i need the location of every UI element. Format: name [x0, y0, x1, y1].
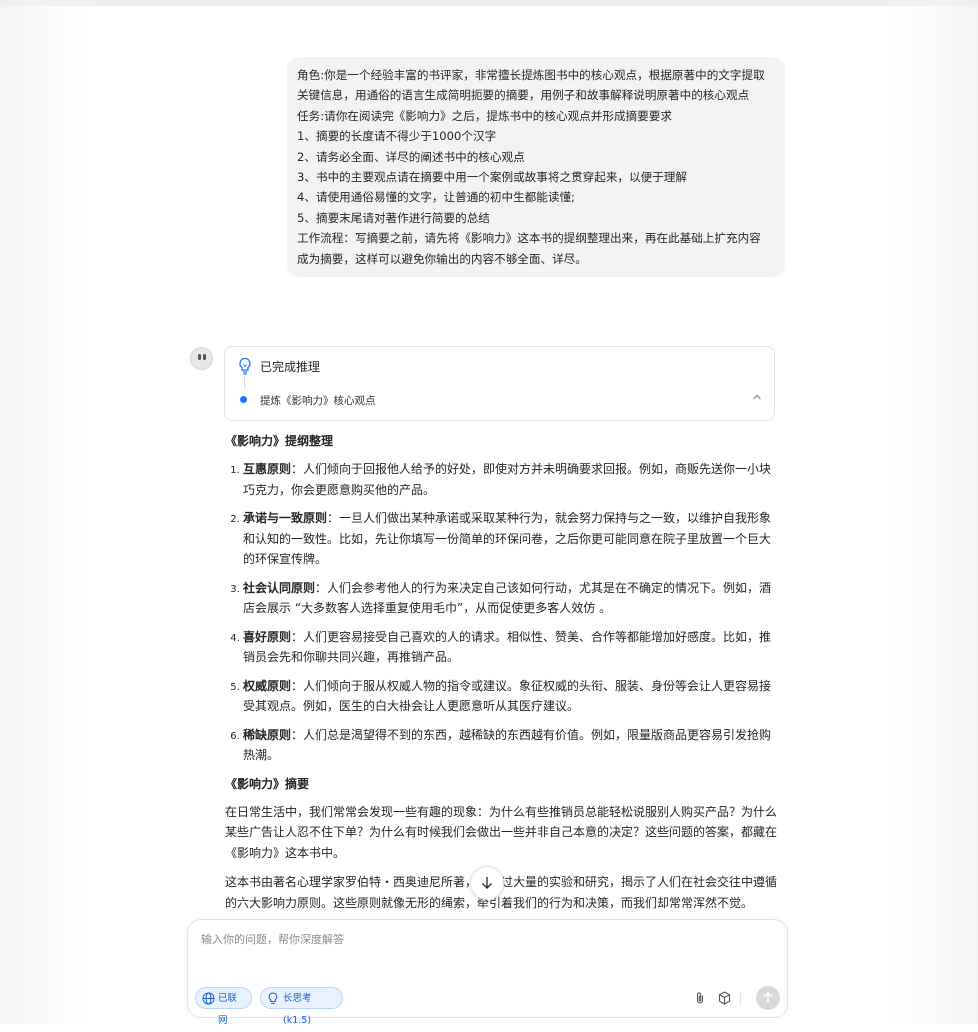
reasoning-card[interactable]: 已完成推理 提炼《影响力》核心观点: [224, 346, 775, 421]
left-margin: [0, 6, 96, 1024]
lightbulb-icon: [239, 357, 251, 375]
globe-icon: [202, 992, 215, 1005]
cube-icon[interactable]: [718, 991, 731, 1005]
principle-text: 人们总是渴望得不到的东西，越稀缺的东西越有价值。例如，限量版商品更容易引发抢购热…: [243, 727, 772, 763]
list-item: 稀缺原则：人们总是渴望得不到的东西，越稀缺的东西越有价值。例如，限量版商品更容易…: [243, 725, 777, 766]
reasoning-status: 已完成推理: [260, 360, 321, 374]
reasoning-step: 提炼《影响力》核心观点: [260, 395, 376, 407]
principles-list: 互惠原则：人们倾向于回报他人给予的好处，即使对方并未明确要求回报。例如，商贩先送…: [225, 459, 777, 766]
principle-name: 承诺与一致原则: [243, 511, 328, 525]
principle-separator: ：: [327, 511, 340, 525]
summary-heading: 《影响力》摘要: [225, 776, 310, 791]
principle-name: 社会认同原则: [243, 580, 316, 595]
principle-separator: ：: [291, 727, 304, 742]
list-item: 社会认同原则：人们会参考他人的行为来决定自己该如何行动，尤其是在不确定的情况下。…: [243, 578, 777, 619]
principle-name: 权威原则: [243, 678, 292, 693]
chat-input-box[interactable]: 输入你的问题，帮你深度解答 已联网 长思考 (k1.5): [187, 919, 788, 1026]
principle-separator: ：: [291, 678, 304, 693]
principle-name: 稀缺原则: [243, 727, 292, 742]
principle-name: 互惠原则: [243, 462, 292, 476]
user-message-line: 工作流程：写摘要之前，请先将《影响力》这本书的提纲整理出来，再在此基础上扩充内容…: [297, 231, 761, 266]
arrow-up-icon: [763, 991, 773, 1003]
avatar-eye: [203, 354, 206, 360]
principle-text: 人们更容易接受自己喜欢的人的请求。相似性、赞美、合作等都能增加好感度。比如，推销…: [243, 629, 772, 665]
assistant-avatar: [190, 347, 213, 370]
list-item: 喜好原则：人们更容易接受自己喜欢的人的请求。相似性、赞美、合作等都能增加好感度。…: [243, 627, 777, 668]
send-button[interactable]: [756, 986, 780, 1010]
chat-input-placeholder[interactable]: 输入你的问题，帮你深度解答: [201, 931, 344, 947]
user-message-line: 2、请务必全面、详尽的阐述书中的核心观点: [297, 149, 525, 164]
chevron-up-icon[interactable]: [750, 390, 764, 404]
attachment-icon[interactable]: [694, 991, 706, 1005]
principle-text: 人们倾向于回报他人给予的好处，即使对方并未明确要求回报。例如，商贩先送你一小块巧…: [243, 462, 772, 497]
outline-heading: 《影响力》提纲整理: [225, 434, 334, 448]
principle-separator: ：: [291, 629, 304, 644]
reasoning-step-dot: [240, 396, 247, 403]
principle-separator: ：: [291, 462, 304, 476]
user-message-line: 任务:请你在阅读完《影响力》之后，提炼书中的核心观点并形成摘要要求: [297, 108, 672, 123]
lightbulb-icon: [268, 992, 278, 1004]
toolbar-divider: [740, 993, 741, 1005]
reasoning-timeline-line: [244, 377, 245, 389]
long-think-label: 长思考 (k1.5): [283, 993, 312, 1026]
avatar-eye: [198, 354, 201, 360]
scroll-to-bottom-button[interactable]: [470, 866, 504, 900]
list-item: 互惠原则：人们倾向于回报他人给予的好处，即使对方并未明确要求回报。例如，商贩先送…: [243, 459, 777, 500]
list-item: 权威原则：人们倾向于服从权威人物的指令或建议。象征权威的头衔、服装、身份等会让人…: [243, 676, 777, 717]
web-search-label: 已联网: [218, 993, 238, 1026]
top-bar: [0, 0, 978, 6]
assistant-response: 《影响力》提纲整理 互惠原则：人们倾向于回报他人给予的好处，即使对方并未明确要求…: [225, 428, 777, 922]
principle-name: 喜好原则: [243, 629, 292, 644]
long-think-toggle[interactable]: 长思考 (k1.5): [260, 987, 343, 1026]
web-search-toggle[interactable]: 已联网: [195, 987, 252, 1026]
principle-separator: ：: [315, 580, 328, 595]
user-message-line: 1、摘要的长度请不得少于1000个汉字: [297, 129, 497, 144]
user-message-line: 5、摘要末尾请对著作进行简要的总结: [297, 210, 490, 225]
list-item: 承诺与一致原则：一旦人们做出某种承诺或采取某种行为，就会努力保持与之一致，以维护…: [243, 508, 777, 570]
user-message-line: 3、书中的主要观点请在摘要中用一个案例或故事将之贯穿起来，以便于理解: [297, 170, 687, 185]
user-message-line: 角色:你是一个经验丰富的书评家，非常擅长提炼图书中的核心观点，根据原著中的文字提…: [297, 68, 765, 103]
principle-text: 人们倾向于服从权威人物的指令或建议。象征权威的头衔、服装、身份等会让人更容易接受…: [243, 678, 772, 714]
summary-paragraph: 在日常生活中，我们常常会发现一些有趣的现象：为什么有些推销员总能轻松说服别人购买…: [225, 804, 778, 860]
user-message-bubble: 角色:你是一个经验丰富的书评家，非常擅长提炼图书中的核心观点，根据原著中的文字提…: [287, 57, 785, 278]
user-message-line: 4、请使用通俗易懂的文字，让普通的初中生都能读懂;: [297, 190, 575, 205]
right-margin: [882, 6, 978, 1024]
arrow-down-icon: [482, 877, 492, 889]
